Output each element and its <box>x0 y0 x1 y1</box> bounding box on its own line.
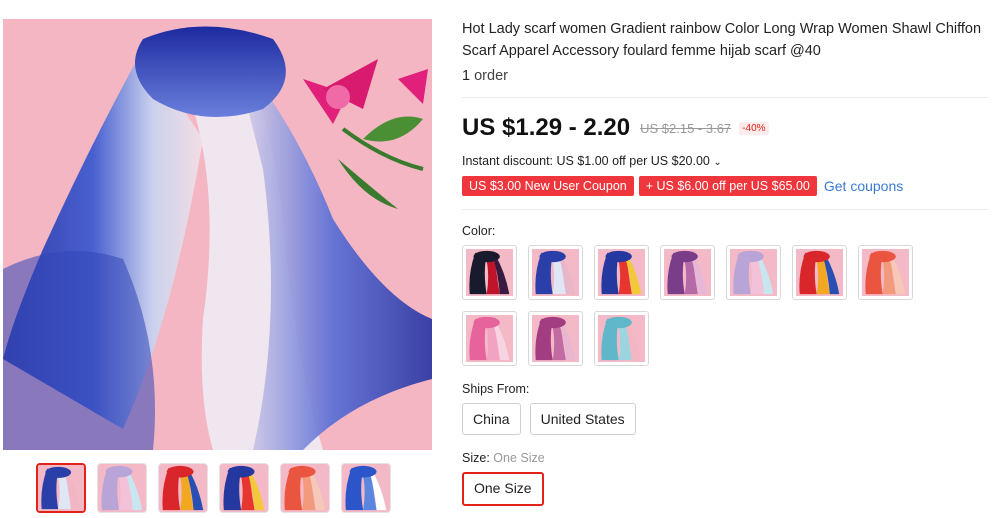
scarf-image <box>3 19 432 450</box>
color-swatch-image <box>532 249 579 296</box>
order-count: 1 order <box>462 68 992 84</box>
size-label-row: Size: One Size <box>462 451 992 465</box>
color-swatch-rainbow[interactable] <box>792 245 847 300</box>
color-swatch-aqua-pink[interactable] <box>594 311 649 366</box>
color-swatch-image <box>862 249 909 296</box>
product-title: Hot Lady scarf women Gradient rainbow Co… <box>462 21 982 59</box>
instant-discount-text: Instant discount: US $1.00 off per US $2… <box>462 154 710 168</box>
instant-discount[interactable]: Instant discount: US $1.00 off per US $2… <box>462 154 992 168</box>
size-label: Size: <box>462 451 490 465</box>
color-swatch-image <box>466 249 513 296</box>
color-swatch-magenta[interactable] <box>528 311 583 366</box>
store-coupon[interactable]: + US $6.00 off per US $65.00 <box>638 176 817 196</box>
color-swatch-coral[interactable] <box>858 245 913 300</box>
thumbnail-3[interactable] <box>158 463 208 513</box>
color-swatch-image <box>598 315 645 362</box>
color-swatch-purple[interactable] <box>660 245 715 300</box>
color-swatch-image <box>664 249 711 296</box>
color-swatch-image <box>796 249 843 296</box>
ships-from-china[interactable]: China <box>462 403 521 435</box>
main-product-image[interactable] <box>3 19 432 450</box>
color-swatch-image <box>466 315 513 362</box>
size-option-one-size[interactable]: One Size <box>462 472 544 506</box>
current-price: US $1.29 - 2.20 <box>462 114 631 141</box>
thumbnail-1[interactable] <box>36 463 86 513</box>
size-selected-value: One Size <box>493 451 545 465</box>
product-info: Hot Lady scarf women Gradient rainbow Co… <box>462 18 992 506</box>
thumbnail-gallery <box>36 463 391 513</box>
color-swatch-pastel[interactable] <box>726 245 781 300</box>
color-swatch-pink[interactable] <box>462 311 517 366</box>
discount-badge: -40% <box>739 121 769 135</box>
order-count-label: order <box>474 68 508 84</box>
ships-from-label: Ships From: <box>462 382 530 396</box>
divider <box>462 97 988 98</box>
original-price: US $2.15 - 3.67 <box>640 120 732 136</box>
color-swatch-rainbow-blue[interactable] <box>594 245 649 300</box>
color-swatch-image <box>532 315 579 362</box>
coupon-row: US $3.00 New User Coupon + US $6.00 off … <box>462 176 992 196</box>
thumbnail-4[interactable] <box>219 463 269 513</box>
color-swatch-blue-white[interactable] <box>528 245 583 300</box>
ships-from-section: Ships From: China United States <box>462 382 992 435</box>
color-section: Color: <box>462 224 992 366</box>
color-swatch-black-red[interactable] <box>462 245 517 300</box>
divider <box>462 209 988 210</box>
color-swatch-image <box>730 249 777 296</box>
thumbnail-5[interactable] <box>280 463 330 513</box>
price-row: US $1.29 - 2.20 US $2.15 - 3.67 -40% <box>462 114 992 142</box>
get-coupons-link[interactable]: Get coupons <box>824 178 903 194</box>
thumbnail-2[interactable] <box>97 463 147 513</box>
color-label: Color: <box>462 224 496 238</box>
order-count-value: 1 <box>462 68 471 84</box>
size-section: Size: One Size One Size <box>462 451 992 506</box>
thumbnail-6[interactable] <box>341 463 391 513</box>
color-swatch-image <box>598 249 645 296</box>
color-swatch-grid <box>462 245 932 366</box>
new-user-coupon[interactable]: US $3.00 New User Coupon <box>462 176 634 196</box>
chevron-down-icon: ⌄ <box>713 157 722 168</box>
ships-from-united-states[interactable]: United States <box>529 403 636 435</box>
